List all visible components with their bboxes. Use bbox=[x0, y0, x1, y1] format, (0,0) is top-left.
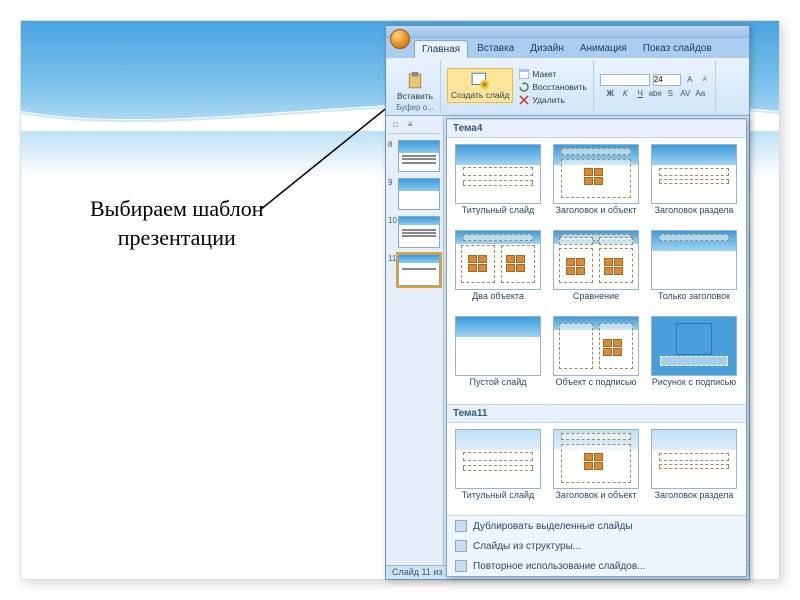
thumb-number: 9 bbox=[388, 178, 396, 187]
paste-icon bbox=[406, 72, 424, 90]
reset-button[interactable]: Восстановить bbox=[517, 81, 588, 93]
powerpoint-window: Главная Вставка Дизайн Анимация Показ сл… bbox=[385, 25, 750, 580]
slide-thumbnails-panel: □ ≡ 8 9 Создание пр 10 11 bbox=[386, 116, 444, 565]
bold-button[interactable]: Ж bbox=[604, 88, 616, 100]
thumbs-tab-outline[interactable]: ≡ bbox=[405, 119, 416, 130]
spacing-button[interactable]: AV bbox=[679, 88, 691, 100]
layout-title-content[interactable]: Заголовок и объект bbox=[547, 142, 645, 228]
case-button[interactable]: Aa bbox=[694, 88, 706, 100]
new-slide-gallery-dropdown: Тема4 Титульный слайд Заголовок и объект… bbox=[446, 118, 747, 577]
new-slide-button[interactable]: ✶ Создать слайд bbox=[447, 68, 513, 103]
slides-from-outline-item[interactable]: Слайды из структуры... bbox=[447, 536, 746, 556]
window-titlebar bbox=[386, 26, 749, 38]
font-size-input[interactable] bbox=[653, 74, 681, 86]
layout-blank[interactable]: Пустой слайд bbox=[449, 314, 547, 400]
layout-section-header-t11[interactable]: Заголовок раздела bbox=[645, 427, 743, 513]
outline-icon bbox=[455, 540, 467, 552]
layout-label: Объект с подписью bbox=[554, 376, 639, 398]
layout-two-content-t11[interactable] bbox=[449, 513, 547, 515]
gallery-theme-header: Тема4 bbox=[447, 119, 746, 138]
layout-two-content[interactable]: Два объекта bbox=[449, 228, 547, 314]
reuse-label: Повторное использование слайдов... bbox=[473, 561, 646, 572]
new-slide-icon: ✶ bbox=[471, 71, 489, 89]
font-family-input[interactable] bbox=[600, 74, 650, 86]
tab-animation[interactable]: Анимация bbox=[573, 40, 634, 58]
layout-title-only[interactable]: Только заголовок bbox=[645, 228, 743, 314]
layout-label: Титульный слайд bbox=[460, 489, 537, 511]
tab-insert[interactable]: Вставка bbox=[470, 40, 521, 58]
tab-slideshow[interactable]: Показ слайдов bbox=[636, 40, 719, 58]
gallery-scroll-area[interactable]: Тема4 Титульный слайд Заголовок и объект… bbox=[447, 119, 746, 515]
layout-content-caption[interactable]: Объект с подписью bbox=[547, 314, 645, 400]
annotation-line2: презентации bbox=[90, 224, 263, 253]
reuse-icon bbox=[455, 560, 467, 572]
paste-label: Вставить bbox=[397, 91, 433, 101]
delete-button[interactable]: Удалить bbox=[517, 94, 588, 106]
svg-text:✶: ✶ bbox=[482, 80, 488, 88]
layout-label: Заголовок раздела bbox=[653, 204, 736, 226]
tab-design[interactable]: Дизайн bbox=[523, 40, 571, 58]
ribbon-tabs: Главная Вставка Дизайн Анимация Показ сл… bbox=[386, 38, 749, 58]
layout-label: Титульный слайд bbox=[460, 204, 537, 226]
italic-button[interactable]: К bbox=[619, 88, 631, 100]
layout-comparison-t11[interactable] bbox=[547, 513, 645, 515]
layout-comparison[interactable]: Сравнение bbox=[547, 228, 645, 314]
duplicate-icon bbox=[455, 520, 467, 532]
reset-label: Восстановить bbox=[532, 82, 586, 92]
shrink-font-button[interactable]: A bbox=[699, 74, 711, 86]
gallery-theme-header-2: Тема11 bbox=[447, 404, 746, 423]
duplicate-slides-item[interactable]: Дублировать выделенные слайды bbox=[447, 516, 746, 536]
gallery-footer: Дублировать выделенные слайды Слайды из … bbox=[447, 515, 746, 576]
layout-section-header[interactable]: Заголовок раздела bbox=[645, 142, 743, 228]
duplicate-label: Дублировать выделенные слайды bbox=[473, 521, 633, 532]
thumb-number: 8 bbox=[388, 140, 396, 149]
layout-title-content-t11[interactable]: Заголовок и объект bbox=[547, 427, 645, 513]
thumb-number: 11 bbox=[388, 254, 396, 263]
paste-button[interactable]: Вставить bbox=[394, 70, 436, 103]
annotation-text: Выбираем шаблон презентации bbox=[90, 195, 263, 252]
layout-label: Заголовок и объект bbox=[554, 204, 639, 226]
layout-label: Сравнение bbox=[571, 290, 621, 312]
layout-picture-caption[interactable]: Рисунок с подписью bbox=[645, 314, 743, 400]
layout-icon bbox=[519, 69, 529, 79]
slide-thumb-8[interactable] bbox=[398, 140, 440, 172]
ribbon: Вставить Буфер о... ✶ Создать слайд Маке… bbox=[386, 58, 749, 116]
grow-font-button[interactable]: A bbox=[684, 74, 696, 86]
delete-icon bbox=[519, 95, 529, 105]
new-slide-label: Создать слайд bbox=[451, 90, 509, 100]
layout-title-slide[interactable]: Титульный слайд bbox=[449, 142, 547, 228]
layout-label: Макет bbox=[532, 69, 556, 79]
underline-button[interactable]: Ч bbox=[634, 88, 646, 100]
thumbs-tab-slides[interactable]: □ bbox=[390, 119, 401, 130]
annotation-line1: Выбираем шаблон bbox=[90, 195, 263, 224]
ribbon-group-slides: ✶ Создать слайд Макет Восстановить Удали… bbox=[443, 60, 594, 113]
strike-button[interactable]: abe bbox=[649, 88, 661, 100]
slide-thumb-9[interactable]: Создание пр bbox=[398, 178, 440, 210]
clipboard-group-label: Буфер о... bbox=[396, 103, 434, 112]
outline-label: Слайды из структуры... bbox=[473, 541, 581, 552]
layout-label: Заголовок и объект bbox=[554, 489, 639, 511]
thumb-number: 10 bbox=[388, 216, 396, 225]
tab-home[interactable]: Главная bbox=[414, 40, 468, 58]
shadow-button[interactable]: S bbox=[664, 88, 676, 100]
reset-icon bbox=[519, 82, 529, 92]
office-button[interactable] bbox=[390, 29, 410, 49]
layout-label: Два объекта bbox=[470, 290, 526, 312]
layout-label: Только заголовок bbox=[656, 290, 732, 312]
slide-thumb-11[interactable] bbox=[398, 254, 440, 286]
layout-label: Заголовок раздела bbox=[653, 489, 736, 511]
layout-label: Рисунок с подписью bbox=[650, 376, 738, 398]
ribbon-group-clipboard: Вставить Буфер о... bbox=[390, 60, 441, 113]
layout-title-only-t11[interactable] bbox=[645, 513, 743, 515]
layout-label: Пустой слайд bbox=[468, 376, 529, 398]
ribbon-group-font: A A Ж К Ч abe S AV Aa bbox=[596, 60, 716, 113]
layout-button[interactable]: Макет bbox=[517, 68, 588, 80]
slide-thumb-10[interactable] bbox=[398, 216, 440, 248]
delete-label: Удалить bbox=[532, 95, 564, 105]
reuse-slides-item[interactable]: Повторное использование слайдов... bbox=[447, 556, 746, 576]
layout-title-slide-t11[interactable]: Титульный слайд bbox=[449, 427, 547, 513]
